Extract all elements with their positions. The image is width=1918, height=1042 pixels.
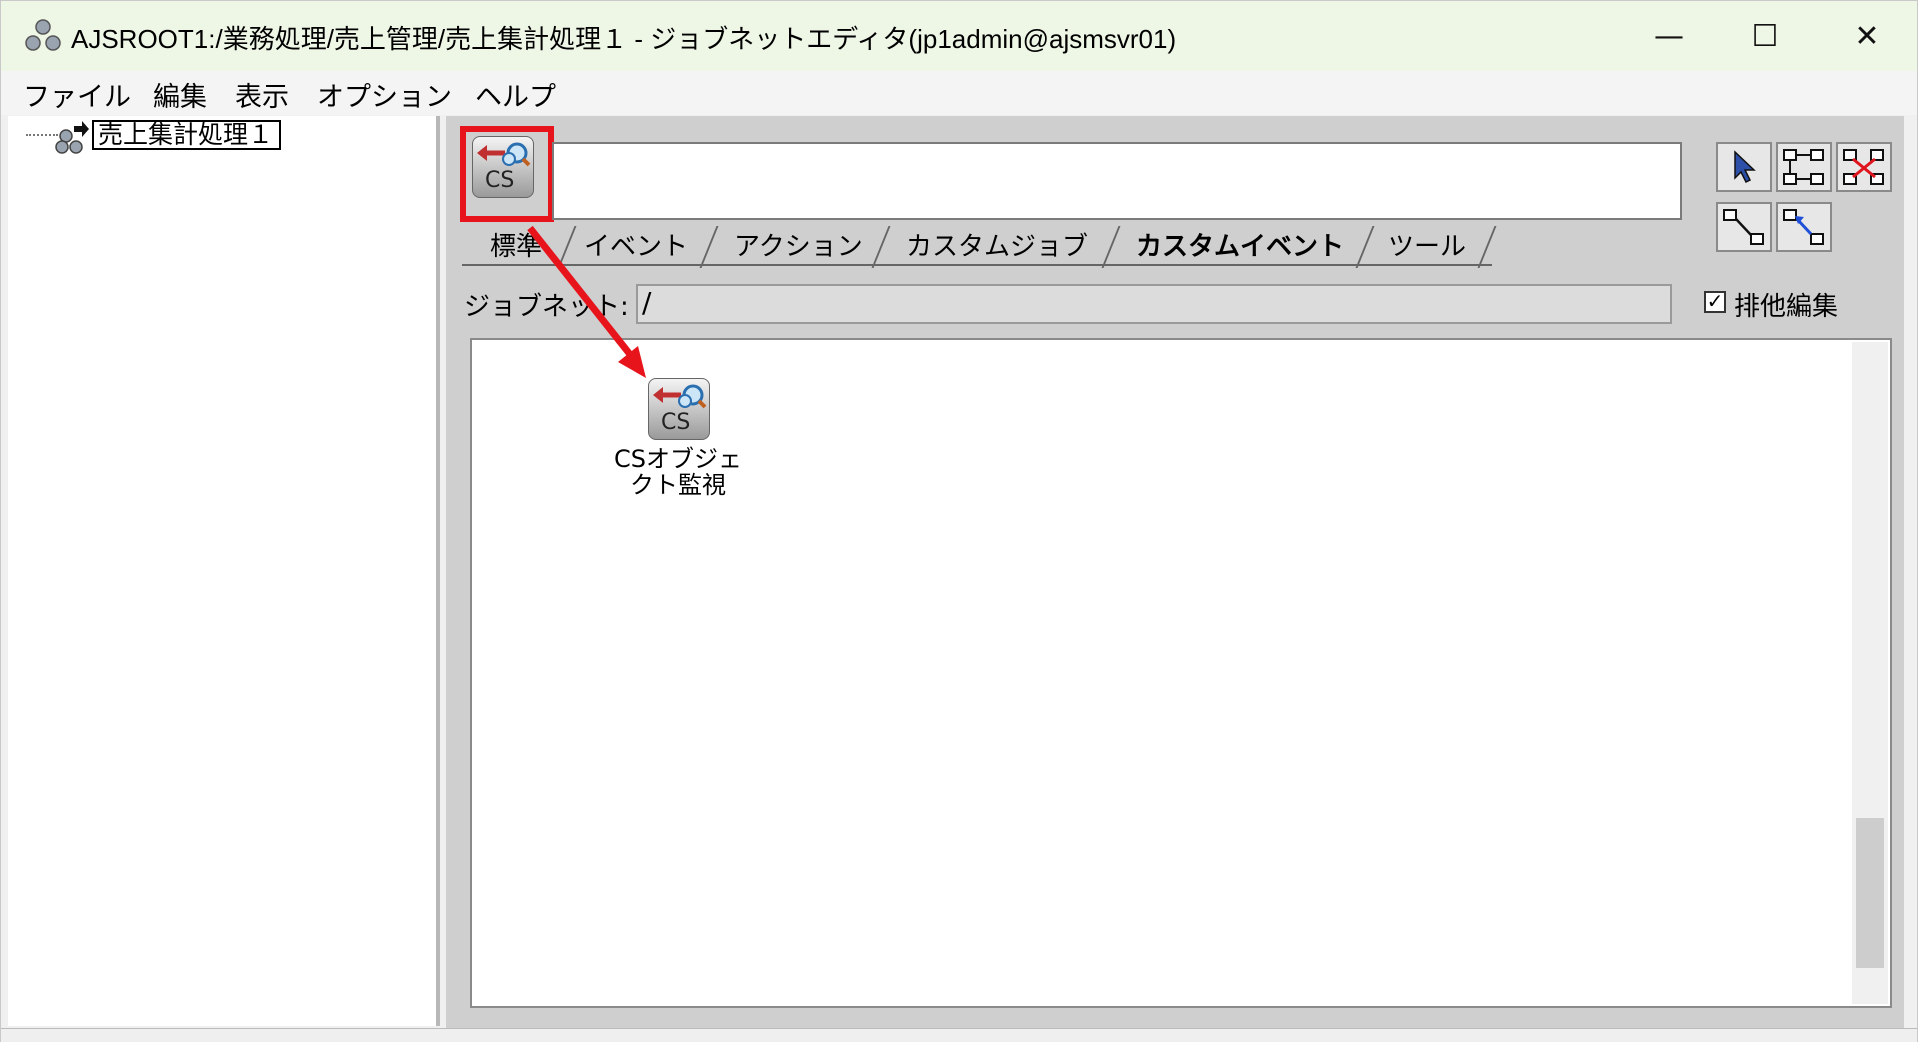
tab-custom-job[interactable]: カスタムジョブ (906, 226, 1088, 268)
exclusive-edit-label: 排他編集 (1734, 292, 1839, 322)
scrollbar-thumb[interactable] (1856, 818, 1884, 968)
palette-item-name-field[interactable] (552, 142, 1682, 220)
highlight-box (460, 126, 554, 222)
diagonal-relation-icon (1723, 209, 1764, 245)
blue-arrow-relation-icon (1783, 209, 1824, 245)
cursor-arrow-icon (1734, 150, 1756, 184)
jobnet-label: ジョブネット: (464, 292, 629, 322)
relation-line-icon (1783, 149, 1824, 185)
menu-help[interactable]: ヘルプ (475, 75, 556, 114)
blue-relation-button[interactable] (1776, 202, 1832, 252)
app-icon (23, 17, 63, 57)
exclusive-edit-checkbox[interactable]: ✓ (1704, 291, 1726, 313)
delete-relation-button[interactable] (1836, 142, 1892, 192)
window-title: AJSROOT1:/業務処理/売上管理/売上集計処理１ - ジョブネットエディタ… (71, 24, 1177, 54)
jobnet-tree[interactable]: 売上集計処理１ (8, 116, 440, 1026)
connect-tool-button[interactable] (1776, 142, 1832, 192)
conditional-relation-button[interactable] (1716, 202, 1772, 252)
cs-object-monitor-node[interactable]: CS (648, 378, 710, 440)
minimize-button[interactable]: — (1621, 1, 1717, 71)
close-button[interactable]: ✕ (1819, 1, 1915, 71)
delete-relation-icon (1843, 149, 1884, 185)
tree-item-jobnet[interactable]: 売上集計処理１ (92, 120, 282, 150)
menu-file[interactable]: ファイル (23, 75, 131, 114)
menu-edit[interactable]: 編集 (153, 75, 207, 114)
tab-custom-event[interactable]: カスタムイベント (1136, 226, 1344, 268)
tab-tool[interactable]: ツール (1388, 226, 1466, 268)
cs-node-icon: CS (648, 378, 710, 440)
jobnet-path-field[interactable]: / (636, 284, 1672, 324)
node-label-line1: CSオブジェ (614, 445, 742, 473)
tab-event[interactable]: イベント (584, 226, 688, 268)
menu-bar: ファイル 編集 表示 オプション ヘルプ (1, 71, 1917, 115)
jobnet-icon (54, 118, 90, 154)
select-tool-button[interactable] (1716, 142, 1772, 192)
node-label-line2: クト監視 (630, 471, 726, 499)
menu-view[interactable]: 表示 (235, 75, 289, 114)
tab-standard[interactable]: 標準 (490, 226, 542, 268)
node-label: CSオブジェ クト監視 (598, 446, 758, 498)
menu-options[interactable]: オプション (317, 75, 452, 114)
svg-text:CS: CS (661, 410, 690, 435)
title-bar[interactable]: AJSROOT1:/業務処理/売上管理/売上集計処理１ - ジョブネットエディタ… (1, 1, 1917, 71)
maximize-button[interactable]: ☐ (1717, 1, 1813, 71)
tab-action[interactable]: アクション (734, 226, 863, 268)
status-bar (1, 1028, 1917, 1042)
